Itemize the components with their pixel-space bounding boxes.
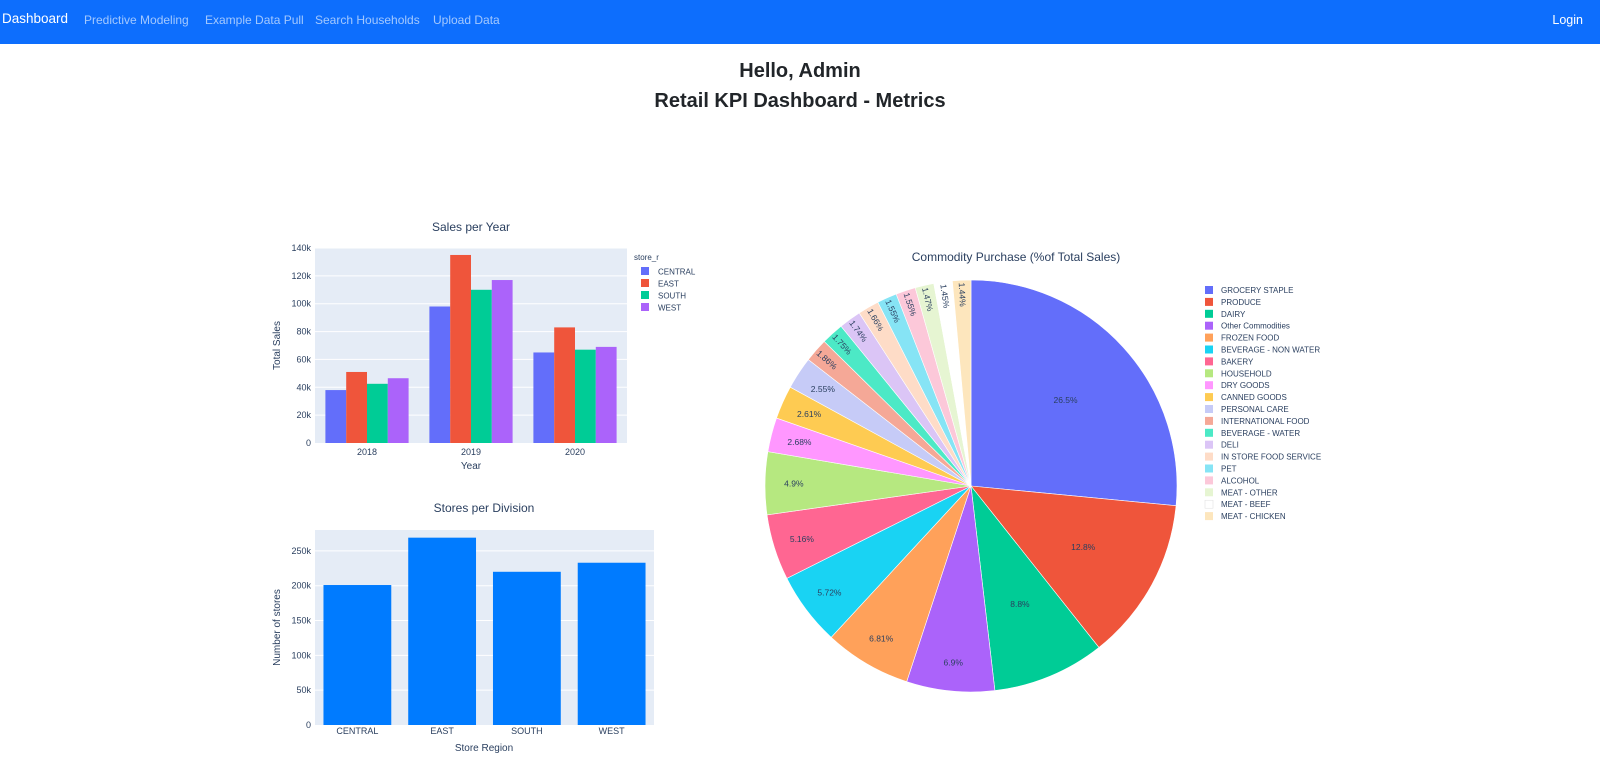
chart-title: Commodity Purchase (%of Total Sales)	[912, 250, 1121, 264]
pie-label: 5.16%	[790, 534, 815, 544]
legend-label-meat-chicken: MEAT - CHICKEN	[1221, 512, 1286, 521]
legend-swatch-meat-beef	[1204, 499, 1214, 509]
pie-label: 26.5%	[1053, 395, 1078, 405]
commodity-purchase-chart: 26.5% 12.8% 8.8% 6.9% 6.81% 5.72% 5.16% 4.9% 2.6…	[764, 250, 1321, 693]
legend-swatch-deli	[1205, 440, 1213, 449]
legend-label-other-commodities: Other Commodities	[1221, 322, 1290, 331]
pie-slice-grocery-staple	[970, 279, 1178, 507]
legend-swatch-produce	[1205, 297, 1213, 306]
legend-label-alcohol: ALCOHOL	[1221, 476, 1260, 485]
legend-label-pet: PET	[1221, 465, 1237, 474]
legend-swatch-pet	[1205, 464, 1213, 473]
legend-swatch-beverage-water	[1205, 428, 1213, 437]
legend-swatch-beverage-non-water	[1205, 345, 1213, 354]
legend-label-grocery-staple: GROCERY STAPLE	[1221, 286, 1293, 295]
legend-swatch-in-store-food-service	[1205, 452, 1213, 461]
pie-label: 2.61%	[797, 409, 822, 419]
legend-label-meat-other: MEAT - OTHER	[1221, 488, 1278, 497]
legend-swatch-dry-goods	[1205, 381, 1213, 390]
legend-label-beverage-non-water: BEVERAGE - NON WATER	[1221, 346, 1320, 355]
legend-label-beverage-water: BEVERAGE - WATER	[1221, 429, 1300, 438]
legend-swatch-international-food	[1205, 416, 1213, 425]
pie-label: 1.44%	[957, 282, 968, 307]
legend-swatch-personal-care	[1205, 405, 1213, 413]
legend-label-household: HOUSEHOLD	[1221, 369, 1272, 378]
legend-label-meat-beef: MEAT - BEEF	[1221, 500, 1271, 509]
legend-label-international-food: INTERNATIONAL FOOD	[1221, 417, 1310, 426]
legend-label-deli: DELI	[1221, 441, 1239, 450]
legend-swatch-frozen-food	[1205, 333, 1213, 342]
pie-label: 2.68%	[787, 437, 812, 447]
pie-label: 6.81%	[869, 634, 894, 644]
legend-label-dry-goods: DRY GOODS	[1221, 381, 1270, 390]
legend-label-personal-care: PERSONAL CARE	[1221, 405, 1289, 414]
legend-label-canned-goods: CANNED GOODS	[1221, 393, 1287, 402]
legend-swatch-household	[1205, 369, 1213, 378]
legend-swatch-meat-chicken	[1205, 512, 1213, 521]
legend-label-bakery: BAKERY	[1221, 357, 1254, 366]
legend-label-in-store-food-service: IN STORE FOOD SERVICE	[1221, 453, 1321, 462]
legend-swatch-dairy	[1205, 309, 1213, 318]
legend-swatch-other-commodities	[1205, 321, 1213, 330]
pie-label: 4.9%	[784, 479, 804, 489]
legend-swatch-grocery-staple	[1205, 286, 1213, 294]
pie-label: 2.55%	[811, 384, 836, 394]
legend-label-frozen-food: FROZEN FOOD	[1221, 334, 1279, 343]
legend-swatch-canned-goods	[1205, 393, 1213, 402]
pie-label: 6.9%	[944, 657, 964, 667]
legend-label-produce: PRODUCE	[1221, 298, 1261, 307]
pie-label: 5.72%	[817, 588, 842, 598]
legend-label-dairy: DAIRY	[1221, 310, 1246, 319]
legend-swatch-alcohol	[1205, 476, 1213, 485]
legend-swatch-bakery	[1205, 357, 1213, 366]
pie-label: 8.8%	[1010, 599, 1030, 609]
legend-swatch-meat-other	[1205, 488, 1213, 497]
pie-label: 12.8%	[1071, 542, 1096, 552]
